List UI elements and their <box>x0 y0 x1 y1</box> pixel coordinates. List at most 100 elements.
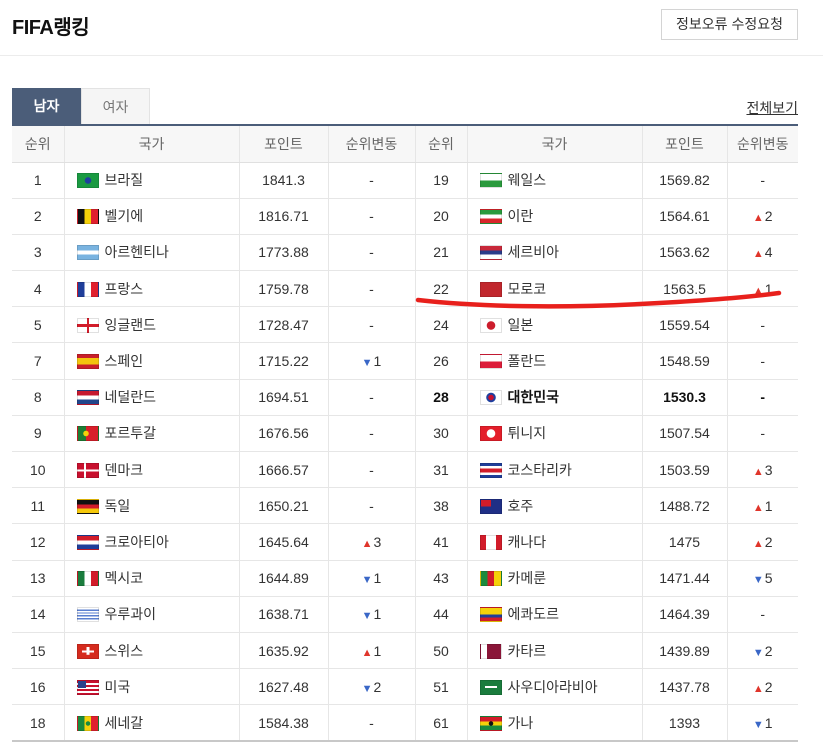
country-cell[interactable]: 네덜란드 <box>64 379 240 416</box>
denmark-flag-icon <box>76 462 99 478</box>
country-name[interactable]: 코스타리카 <box>508 462 572 478</box>
col-points[interactable]: 포인트 <box>642 124 728 163</box>
uruguay-flag-icon <box>76 607 99 623</box>
country-cell[interactable]: 아르헨티나 <box>64 234 240 272</box>
country-cell[interactable]: 폴란드 <box>467 342 643 380</box>
country-cell[interactable]: 대한민국 <box>467 379 643 416</box>
points-cell: 1559.54 <box>642 306 728 344</box>
country-cell[interactable]: 에콰도르 <box>467 596 643 633</box>
country-cell[interactable]: 사우디아라비아 <box>467 668 643 706</box>
country-name[interactable]: 크로아티아 <box>105 534 169 550</box>
rank-change-value: 1 <box>764 714 773 731</box>
qatar-flag-icon <box>479 643 502 659</box>
country-name[interactable]: 잉글랜드 <box>105 317 157 333</box>
country-name[interactable]: 덴마크 <box>105 462 144 478</box>
rank-change-cell: - <box>727 596 798 633</box>
country-cell[interactable]: 스위스 <box>64 632 240 670</box>
col-rank[interactable]: 순위 <box>12 124 65 163</box>
country-name[interactable]: 스페인 <box>105 353 144 369</box>
rank-change-cell: - <box>727 162 798 199</box>
country-name[interactable]: 멕시코 <box>105 570 144 586</box>
ecuador-flag-icon <box>479 607 502 623</box>
country-name[interactable]: 벨기에 <box>105 208 144 224</box>
country-name[interactable]: 이란 <box>508 208 534 224</box>
country-name[interactable]: 네덜란드 <box>105 389 157 405</box>
country-cell[interactable]: 브라질 <box>64 162 240 199</box>
tab-men[interactable]: 남자 <box>12 88 81 124</box>
col-rank[interactable]: 순위 <box>415 124 468 163</box>
country-name[interactable]: 프랑스 <box>105 281 144 297</box>
view-all-link[interactable]: 전체보기 <box>746 98 798 118</box>
country-name[interactable]: 우루과이 <box>105 606 157 622</box>
country-name[interactable]: 카메룬 <box>508 570 547 586</box>
points-cell: 1627.48 <box>239 668 329 706</box>
country-name[interactable]: 폴란드 <box>508 353 547 369</box>
points-cell: 1638.71 <box>239 596 329 633</box>
country-name[interactable]: 브라질 <box>105 172 144 188</box>
country-name[interactable]: 대한민국 <box>508 389 560 405</box>
country-cell[interactable]: 덴마크 <box>64 451 240 489</box>
country-name[interactable]: 모로코 <box>508 281 547 297</box>
country-cell[interactable]: 프랑스 <box>64 270 240 308</box>
rank-change-value: 1 <box>373 606 382 623</box>
col-change[interactable]: 순위변동 <box>727 124 798 163</box>
tab-women[interactable]: 여자 <box>81 88 150 124</box>
country-name[interactable]: 포르투갈 <box>105 425 157 441</box>
points-cell: 1475 <box>642 523 728 561</box>
country-cell[interactable]: 미국 <box>64 668 240 706</box>
report-error-button[interactable]: 정보오류 수정요청 <box>661 9 798 40</box>
country-cell[interactable]: 이란 <box>467 198 643 235</box>
country-name[interactable]: 에콰도르 <box>508 606 560 622</box>
table-row: 11 독일 1650.21-38 호주 1488.72 ▲1 <box>12 487 798 525</box>
country-name[interactable]: 아르헨티나 <box>105 244 169 260</box>
country-cell[interactable]: 코스타리카 <box>467 451 643 489</box>
rank-change-cell: - <box>328 379 416 416</box>
country-name[interactable]: 튀니지 <box>508 425 547 441</box>
country-cell[interactable]: 웨일스 <box>467 162 643 199</box>
country-name[interactable]: 가나 <box>508 715 534 731</box>
col-country[interactable]: 국가 <box>467 124 643 163</box>
country-name[interactable]: 독일 <box>105 498 131 514</box>
country-cell[interactable]: 멕시코 <box>64 560 240 597</box>
country-cell[interactable]: 일본 <box>467 306 643 344</box>
rank-cell: 31 <box>415 451 468 489</box>
col-country[interactable]: 국가 <box>64 124 240 163</box>
country-name[interactable]: 일본 <box>508 317 534 333</box>
rank-change-cell: - <box>727 379 798 416</box>
table-row: 14 우루과이 1638.71 ▼1 44 에콰도르 1464.39- <box>12 596 798 633</box>
country-cell[interactable]: 튀니지 <box>467 415 643 453</box>
country-name[interactable]: 웨일스 <box>508 172 547 188</box>
country-cell[interactable]: 크로아티아 <box>64 523 240 561</box>
country-cell[interactable]: 카타르 <box>467 632 643 670</box>
country-name[interactable]: 사우디아라비아 <box>508 679 598 695</box>
country-cell[interactable]: 포르투갈 <box>64 415 240 453</box>
rank-cell: 44 <box>415 596 468 633</box>
country-cell[interactable]: 독일 <box>64 487 240 525</box>
rank-change-cell: ▲2 <box>727 668 798 706</box>
country-cell[interactable]: 세네갈 <box>64 704 240 743</box>
country-cell[interactable]: 벨기에 <box>64 198 240 235</box>
country-name[interactable]: 카타르 <box>508 643 547 659</box>
country-cell[interactable]: 스페인 <box>64 342 240 380</box>
country-name[interactable]: 호주 <box>508 498 534 514</box>
col-points[interactable]: 포인트 <box>239 124 329 163</box>
country-cell[interactable]: 모로코 <box>467 270 643 308</box>
country-name[interactable]: 미국 <box>105 679 131 695</box>
country-cell[interactable]: 호주 <box>467 487 643 525</box>
rank-cell: 51 <box>415 668 468 706</box>
country-name[interactable]: 캐나다 <box>508 534 547 550</box>
country-cell[interactable]: 캐나다 <box>467 523 643 561</box>
country-cell[interactable]: 세르비아 <box>467 234 643 272</box>
points-cell: 1548.59 <box>642 342 728 380</box>
country-cell[interactable]: 우루과이 <box>64 596 240 633</box>
country-name[interactable]: 세네갈 <box>105 715 144 731</box>
country-cell[interactable]: 카메룬 <box>467 560 643 597</box>
points-cell: 1464.39 <box>642 596 728 633</box>
usa-flag-icon <box>76 679 99 695</box>
rank-cell: 11 <box>12 487 65 525</box>
country-cell[interactable]: 가나 <box>467 704 643 743</box>
country-cell[interactable]: 잉글랜드 <box>64 306 240 344</box>
col-change[interactable]: 순위변동 <box>328 124 416 163</box>
country-name[interactable]: 세르비아 <box>508 244 560 260</box>
country-name[interactable]: 스위스 <box>105 643 144 659</box>
